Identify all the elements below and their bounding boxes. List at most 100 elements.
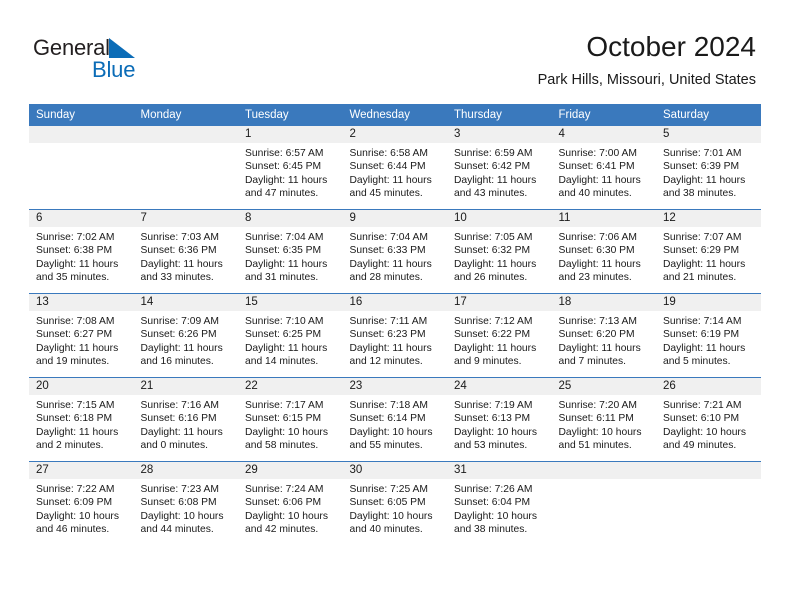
daylight-text: Daylight: 10 hours and 38 minutes. xyxy=(454,510,537,536)
sunset-text: Sunset: 6:26 PM xyxy=(140,329,217,341)
daylight-text: Daylight: 11 hours and 0 minutes. xyxy=(140,426,223,452)
day-details: Sunrise: 7:15 AM Sunset: 6:18 PM Daylight:… xyxy=(29,395,134,453)
day-number: 31 xyxy=(447,462,552,479)
sunrise-text: Sunrise: 7:02 AM xyxy=(36,232,115,243)
calendar-day-cell[interactable]: 31 Sunrise: 7:26 AM Sunset: 6:04 PM Dayligh… xyxy=(447,461,552,545)
calendar-day-cell[interactable]: 9 Sunrise: 7:04 AM Sunset: 6:33 PM Daylight… xyxy=(342,209,448,294)
calendar-day-cell[interactable]: 8 Sunrise: 7:04 AM Sunset: 6:35 PM Daylight… xyxy=(238,209,343,294)
daylight-text: Daylight: 11 hours and 45 minutes. xyxy=(349,174,432,200)
calendar-day-cell[interactable]: 13 Sunrise: 7:08 AM Sunset: 6:27 PM Dayligh… xyxy=(29,293,134,378)
sunset-text: Sunset: 6:30 PM xyxy=(558,245,635,257)
day-number: 27 xyxy=(29,462,134,479)
day-details: Sunrise: 7:00 AM Sunset: 6:41 PM Daylight:… xyxy=(552,143,657,201)
day-details: Sunrise: 7:23 AM Sunset: 6:08 PM Daylight:… xyxy=(134,479,239,537)
calendar-day-cell[interactable]: 2 Sunrise: 6:58 AM Sunset: 6:44 PM Daylight… xyxy=(342,126,448,210)
weekday-header-row: Sunday Monday Tuesday Wednesday Thursday… xyxy=(29,104,761,126)
daylight-text: Daylight: 10 hours and 42 minutes. xyxy=(245,510,328,536)
day-details: Sunrise: 7:11 AM Sunset: 6:23 PM Daylight:… xyxy=(343,311,448,369)
daylight-text: Daylight: 11 hours and 14 minutes. xyxy=(245,342,328,368)
day-number: 11 xyxy=(551,210,656,227)
sunrise-text: Sunrise: 6:58 AM xyxy=(349,148,428,159)
calendar-day-cell[interactable]: 1 Sunrise: 6:57 AM Sunset: 6:45 PM Daylight… xyxy=(238,126,343,210)
day-number: 8 xyxy=(238,210,343,227)
calendar-day-cell[interactable]: 7 Sunrise: 7:03 AM Sunset: 6:36 PM Daylight… xyxy=(133,209,238,294)
sunrise-text: Sunrise: 7:05 AM xyxy=(454,232,533,243)
sunset-text: Sunset: 6:15 PM xyxy=(245,413,322,425)
calendar-day-cell[interactable]: 27 Sunrise: 7:22 AM Sunset: 6:09 PM Dayligh… xyxy=(29,461,134,545)
daylight-text: Daylight: 11 hours and 2 minutes. xyxy=(36,426,119,452)
day-details: Sunrise: 7:21 AM Sunset: 6:10 PM Daylight:… xyxy=(656,395,761,453)
calendar-day-cell[interactable]: 22 Sunrise: 7:17 AM Sunset: 6:15 PM Dayligh… xyxy=(238,377,343,462)
daylight-text: Daylight: 11 hours and 19 minutes. xyxy=(36,342,119,368)
calendar-day-cell-empty xyxy=(29,126,134,210)
day-details: Sunrise: 7:25 AM Sunset: 6:05 PM Daylight:… xyxy=(343,479,448,537)
sunrise-text: Sunrise: 7:04 AM xyxy=(245,232,324,243)
sunset-text: Sunset: 6:36 PM xyxy=(140,245,217,257)
sunset-text: Sunset: 6:29 PM xyxy=(663,245,740,257)
day-number: 12 xyxy=(656,210,761,227)
calendar-day-cell[interactable]: 3 Sunrise: 6:59 AM Sunset: 6:42 PM Daylight… xyxy=(447,126,552,210)
calendar-day-cell[interactable]: 20 Sunrise: 7:15 AM Sunset: 6:18 PM Dayligh… xyxy=(29,377,134,462)
sunrise-text: Sunrise: 7:06 AM xyxy=(558,232,637,243)
day-number: 3 xyxy=(447,126,552,143)
daylight-text: Daylight: 10 hours and 51 minutes. xyxy=(558,426,642,452)
daylight-text: Daylight: 10 hours and 40 minutes. xyxy=(349,510,433,536)
calendar-day-cell[interactable]: 12 Sunrise: 7:07 AM Sunset: 6:29 PM Dayligh… xyxy=(656,209,761,294)
calendar-week-row: 13 Sunrise: 7:08 AM Sunset: 6:27 PM Dayligh… xyxy=(29,293,761,378)
sunset-text: Sunset: 6:20 PM xyxy=(558,329,635,341)
sunrise-text: Sunrise: 7:14 AM xyxy=(663,316,742,327)
day-number: 23 xyxy=(342,378,447,395)
sunrise-text: Sunrise: 7:11 AM xyxy=(349,316,428,327)
calendar-day-cell[interactable]: 23 Sunrise: 7:18 AM Sunset: 6:14 PM Dayligh… xyxy=(342,377,447,462)
calendar-day-cell[interactable]: 29 Sunrise: 7:24 AM Sunset: 6:06 PM Dayligh… xyxy=(238,461,343,545)
calendar-day-cell[interactable]: 11 Sunrise: 7:06 AM Sunset: 6:30 PM Dayligh… xyxy=(551,209,656,294)
sunrise-text: Sunrise: 7:19 AM xyxy=(454,400,533,411)
calendar-day-cell[interactable]: 30 Sunrise: 7:25 AM Sunset: 6:05 PM Dayligh… xyxy=(342,461,448,545)
calendar-day-cell[interactable]: 19 Sunrise: 7:14 AM Sunset: 6:19 PM Dayligh… xyxy=(656,293,761,378)
calendar-day-cell[interactable]: 17 Sunrise: 7:12 AM Sunset: 6:22 PM Dayligh… xyxy=(447,293,552,378)
day-number: 9 xyxy=(342,210,447,227)
calendar-day-cell[interactable]: 6 Sunrise: 7:02 AM Sunset: 6:38 PM Daylight… xyxy=(29,209,134,294)
calendar-day-cell[interactable]: 18 Sunrise: 7:13 AM Sunset: 6:20 PM Dayligh… xyxy=(551,293,657,378)
weekday-header-saturday: Saturday xyxy=(656,104,761,126)
generalblue-logo[interactable]: General Blue xyxy=(33,36,213,82)
calendar-day-cell[interactable]: 14 Sunrise: 7:09 AM Sunset: 6:26 PM Dayligh… xyxy=(133,293,238,378)
day-number: 1 xyxy=(238,126,343,143)
logo-line-blue: Blue xyxy=(33,58,213,82)
day-details: Sunrise: 7:08 AM Sunset: 6:27 PM Daylight:… xyxy=(29,311,134,369)
sunset-text: Sunset: 6:42 PM xyxy=(454,161,531,173)
calendar-day-cell[interactable]: 16 Sunrise: 7:11 AM Sunset: 6:23 PM Dayligh… xyxy=(342,293,448,378)
weekday-header-thursday: Thursday xyxy=(447,104,552,126)
calendar-day-cell[interactable]: 24 Sunrise: 7:19 AM Sunset: 6:13 PM Dayligh… xyxy=(447,377,552,462)
calendar-page: General Blue October 2024 Park Hills, Mi… xyxy=(0,0,792,612)
sunset-text: Sunset: 6:41 PM xyxy=(558,161,635,173)
sunrise-text: Sunrise: 7:17 AM xyxy=(245,400,324,411)
logo-text-blue: Blue xyxy=(92,57,136,82)
calendar-day-cell[interactable]: 21 Sunrise: 7:16 AM Sunset: 6:16 PM Dayligh… xyxy=(133,377,238,462)
sunrise-text: Sunrise: 7:10 AM xyxy=(245,316,324,327)
day-number: 28 xyxy=(133,462,238,479)
calendar-day-cell[interactable]: 28 Sunrise: 7:23 AM Sunset: 6:08 PM Dayligh… xyxy=(133,461,239,545)
calendar-day-cell[interactable]: 4 Sunrise: 7:00 AM Sunset: 6:41 PM Daylight… xyxy=(551,126,657,210)
day-details: Sunrise: 6:58 AM Sunset: 6:44 PM Daylight:… xyxy=(343,143,448,201)
day-number: 29 xyxy=(238,462,343,479)
daylight-text: Daylight: 11 hours and 16 minutes. xyxy=(140,342,223,368)
day-number: 2 xyxy=(342,126,447,143)
sunrise-text: Sunrise: 7:18 AM xyxy=(349,400,428,411)
daylight-text: Daylight: 10 hours and 53 minutes. xyxy=(454,426,537,452)
day-number: 19 xyxy=(656,294,761,311)
sunrise-text: Sunrise: 7:23 AM xyxy=(140,484,219,495)
calendar-day-cell[interactable]: 15 Sunrise: 7:10 AM Sunset: 6:25 PM Dayligh… xyxy=(238,293,343,378)
calendar-day-cell-empty xyxy=(133,126,238,210)
calendar-day-cell-empty xyxy=(656,461,761,545)
calendar-day-cell[interactable]: 25 Sunrise: 7:20 AM Sunset: 6:11 PM Dayligh… xyxy=(551,377,656,462)
sunset-text: Sunset: 6:19 PM xyxy=(663,329,740,341)
day-details: Sunrise: 7:04 AM Sunset: 6:33 PM Daylight:… xyxy=(343,227,448,285)
calendar-day-cell[interactable]: 26 Sunrise: 7:21 AM Sunset: 6:10 PM Dayligh… xyxy=(656,377,761,462)
day-details: Sunrise: 7:17 AM Sunset: 6:15 PM Daylight:… xyxy=(238,395,343,453)
calendar-day-cell[interactable]: 10 Sunrise: 7:05 AM Sunset: 6:32 PM Dayligh… xyxy=(447,209,552,294)
day-details: Sunrise: 7:13 AM Sunset: 6:20 PM Daylight:… xyxy=(552,311,657,369)
sunrise-text: Sunrise: 7:22 AM xyxy=(36,484,115,495)
calendar-day-cell[interactable]: 5 Sunrise: 7:01 AM Sunset: 6:39 PM Daylight… xyxy=(656,126,761,210)
weekday-header-wednesday: Wednesday xyxy=(342,104,447,126)
